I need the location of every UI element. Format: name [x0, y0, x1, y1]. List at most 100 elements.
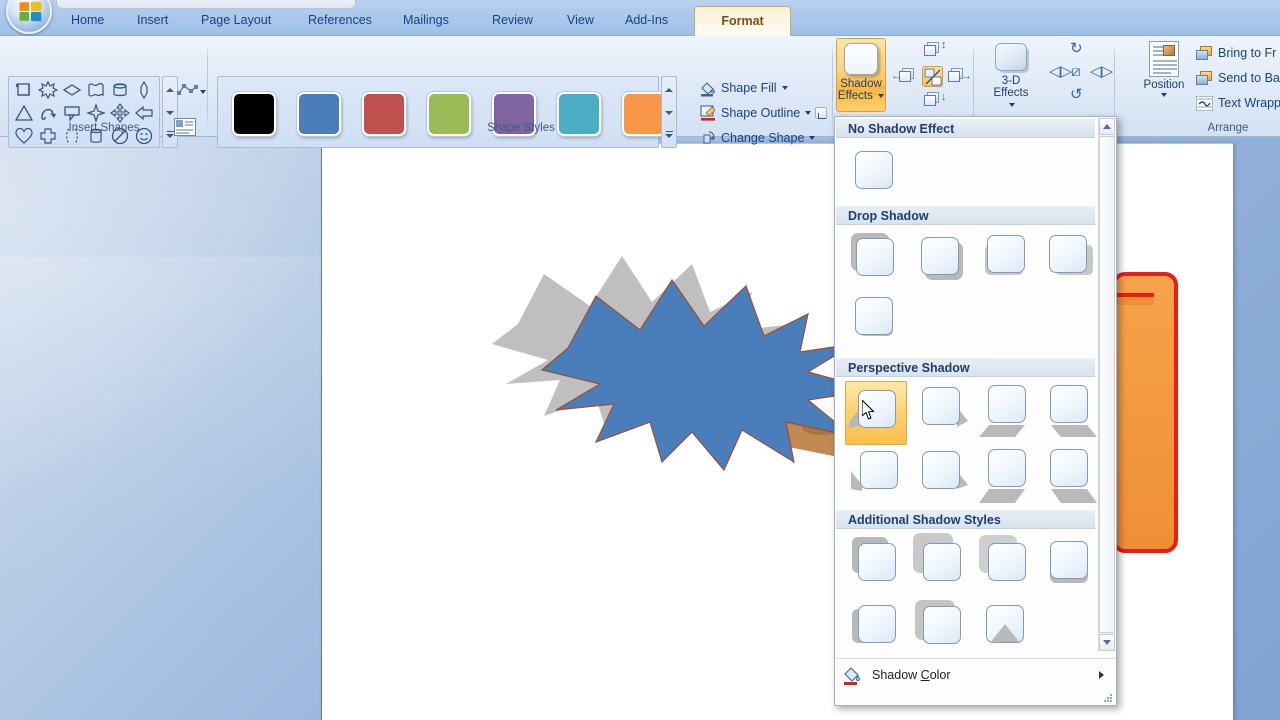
curved-arrow-icon[interactable] — [38, 103, 58, 123]
nudge-shadow-up-button[interactable] — [924, 42, 940, 56]
shape-fill-caret-icon[interactable] — [781, 86, 788, 90]
cylinder-shape-icon[interactable] — [110, 80, 130, 100]
shape-outline-caret-icon[interactable] — [805, 111, 812, 115]
pencil-outline-icon — [699, 104, 717, 122]
tilt-up-icon[interactable]: ↻ — [1070, 41, 1083, 56]
tab-view[interactable]: View — [556, 6, 605, 36]
orange-rounded-shape[interactable] — [1112, 272, 1178, 553]
gallery-item-perspective-shadow-1[interactable] — [845, 381, 907, 445]
gallery-scrollbar[interactable] — [1098, 118, 1115, 651]
text-wrapping-button[interactable]: Text Wrapp — [1195, 92, 1280, 114]
gallery-item-drop-shadow-4[interactable] — [1041, 231, 1097, 291]
bring-to-front-icon — [1196, 45, 1213, 61]
tab-page-layout[interactable]: Page Layout — [190, 6, 282, 36]
tilt-right-icon[interactable]: ◁▷ — [1090, 64, 1113, 79]
group-label-insert-shapes: Insert Shapes — [68, 122, 140, 134]
position-button[interactable]: Position — [1138, 38, 1190, 112]
shadow-effects-gallery-menu[interactable]: No Shadow Effect Drop Shadow Perspective… — [834, 116, 1117, 706]
tab-references[interactable]: References — [297, 6, 383, 36]
gallery-item-additional-shadow-2[interactable] — [913, 533, 969, 595]
shadow-effects-caret-icon[interactable] — [878, 93, 885, 98]
four-point-star-icon[interactable] — [86, 103, 106, 123]
resize-grip[interactable] — [1103, 693, 1113, 703]
three-d-rotate-cluster[interactable]: ↻ ◁▷ ⧄ ◁▷ ↺ — [1040, 41, 1113, 110]
section-header-drop-shadow: Drop Shadow — [836, 205, 1095, 225]
edit-shape-icon[interactable] — [176, 82, 200, 102]
gallery-item-perspective-shadow-7[interactable] — [979, 445, 1035, 505]
three-d-label-line1: 3-D — [1001, 75, 1021, 87]
gallery-scroll-down-icon[interactable] — [1099, 634, 1115, 651]
shadow-effects-preview-icon — [844, 43, 878, 75]
styles-scroll-up-icon[interactable] — [662, 78, 676, 101]
change-shape-caret-icon[interactable] — [809, 136, 816, 140]
send-to-back-button[interactable]: Send to Ba — [1196, 67, 1280, 89]
group-insert-shapes: Insert Shapes — [0, 36, 208, 148]
scroll-shape-icon[interactable] — [14, 80, 34, 100]
gallery-item-drop-shadow-1[interactable] — [847, 231, 903, 291]
no-shadow-thumb — [855, 151, 893, 189]
shape-styles-scrollbar[interactable] — [661, 76, 677, 148]
insert-shapes-gallery[interactable] — [8, 76, 160, 148]
edit-shape-caret-icon[interactable] — [200, 90, 206, 94]
shape-styles-gallery[interactable] — [217, 76, 666, 148]
tilt-down-icon[interactable]: ↺ — [1070, 87, 1083, 102]
position-caret-icon[interactable] — [1161, 93, 1167, 97]
shape-fill-button[interactable]: Shape Fill — [695, 76, 792, 100]
tab-mailings[interactable]: Mailings — [392, 6, 460, 36]
bring-to-front-button[interactable]: Bring to Fr — [1196, 42, 1276, 64]
shapes-scroll-up-icon[interactable] — [163, 78, 177, 101]
styles-scroll-down-icon[interactable] — [662, 101, 676, 124]
tab-review[interactable]: Review — [481, 6, 544, 36]
gallery-item-drop-shadow-5[interactable] — [847, 291, 903, 351]
gallery-scroll-up-icon[interactable] — [1099, 118, 1115, 135]
text-wrapping-label: Text Wrapp — [1218, 96, 1280, 110]
shape-fill-label: Shape Fill — [721, 81, 777, 95]
gallery-item-perspective-shadow-4[interactable] — [1041, 381, 1097, 441]
wave-shape-icon[interactable] — [86, 80, 106, 100]
tab-insert[interactable]: Insert — [126, 6, 179, 36]
gallery-item-additional-shadow-6[interactable] — [913, 599, 969, 659]
triangle-shape-icon[interactable] — [14, 103, 34, 123]
shadow-effects-button[interactable]: Shadow Effects — [836, 38, 886, 112]
gallery-item-perspective-shadow-3[interactable] — [979, 381, 1035, 441]
gallery-item-drop-shadow-2[interactable] — [913, 231, 969, 291]
shadow-color-menu-item[interactable]: Shadow Color — [836, 658, 1116, 691]
gallery-item-additional-shadow-4[interactable] — [1041, 535, 1097, 595]
gallery-item-drop-shadow-3[interactable] — [979, 231, 1035, 291]
gallery-scroll-thumb[interactable] — [1099, 136, 1115, 633]
gallery-item-perspective-shadow-6[interactable] — [913, 445, 969, 505]
three-d-caret-icon[interactable] — [1009, 102, 1015, 107]
orange-shape-notch — [1112, 297, 1154, 305]
tab-add-ins[interactable]: Add-Ins — [614, 6, 679, 36]
callout-shape-icon[interactable] — [62, 103, 82, 123]
perspective-icon[interactable]: ⧄ — [1071, 64, 1081, 79]
tab-home[interactable]: Home — [60, 6, 115, 36]
left-arrow-icon[interactable] — [134, 103, 154, 123]
shape-styles-dialog-launcher[interactable] — [815, 107, 827, 119]
gallery-item-additional-shadow-3[interactable] — [977, 535, 1033, 595]
three-d-effects-button[interactable]: 3-D Effects — [988, 38, 1034, 112]
explosion-shape-icon[interactable] — [38, 80, 58, 100]
section-header-perspective-shadow: Perspective Shadow — [836, 357, 1095, 377]
paint-bucket-icon — [699, 79, 717, 97]
nudge-shadow-down-button[interactable] — [924, 92, 940, 106]
gallery-item-perspective-shadow-2[interactable] — [913, 381, 969, 441]
gallery-item-no-shadow[interactable] — [847, 145, 903, 205]
three-d-cube-icon — [995, 43, 1027, 71]
tab-format[interactable]: Format — [694, 6, 791, 36]
diamond-shape-icon[interactable] — [62, 80, 82, 100]
gallery-item-additional-shadow-7[interactable] — [977, 599, 1033, 659]
gallery-item-perspective-shadow-8[interactable] — [1041, 445, 1097, 505]
gallery-item-perspective-shadow-5[interactable] — [849, 445, 905, 505]
gallery-item-additional-shadow-5[interactable] — [849, 599, 905, 659]
group-shape-styles: Shape Fill Shape Outline Change Shape Sh… — [209, 36, 833, 148]
shadow-on-off-button[interactable] — [922, 66, 943, 87]
gallery-item-additional-shadow-1[interactable] — [849, 535, 905, 595]
nudge-shadow-cluster[interactable]: ↕ ← → ↓ — [891, 40, 972, 110]
bring-to-front-label: Bring to Fr — [1218, 46, 1277, 60]
decagon-shape-icon[interactable] — [134, 80, 154, 100]
shadow-effects-label-line2: Effects — [837, 90, 873, 102]
office-orb-icon[interactable] — [6, 0, 52, 34]
four-way-arrow-icon[interactable] — [110, 103, 130, 123]
tilt-left-icon[interactable]: ◁▷ — [1049, 64, 1072, 79]
